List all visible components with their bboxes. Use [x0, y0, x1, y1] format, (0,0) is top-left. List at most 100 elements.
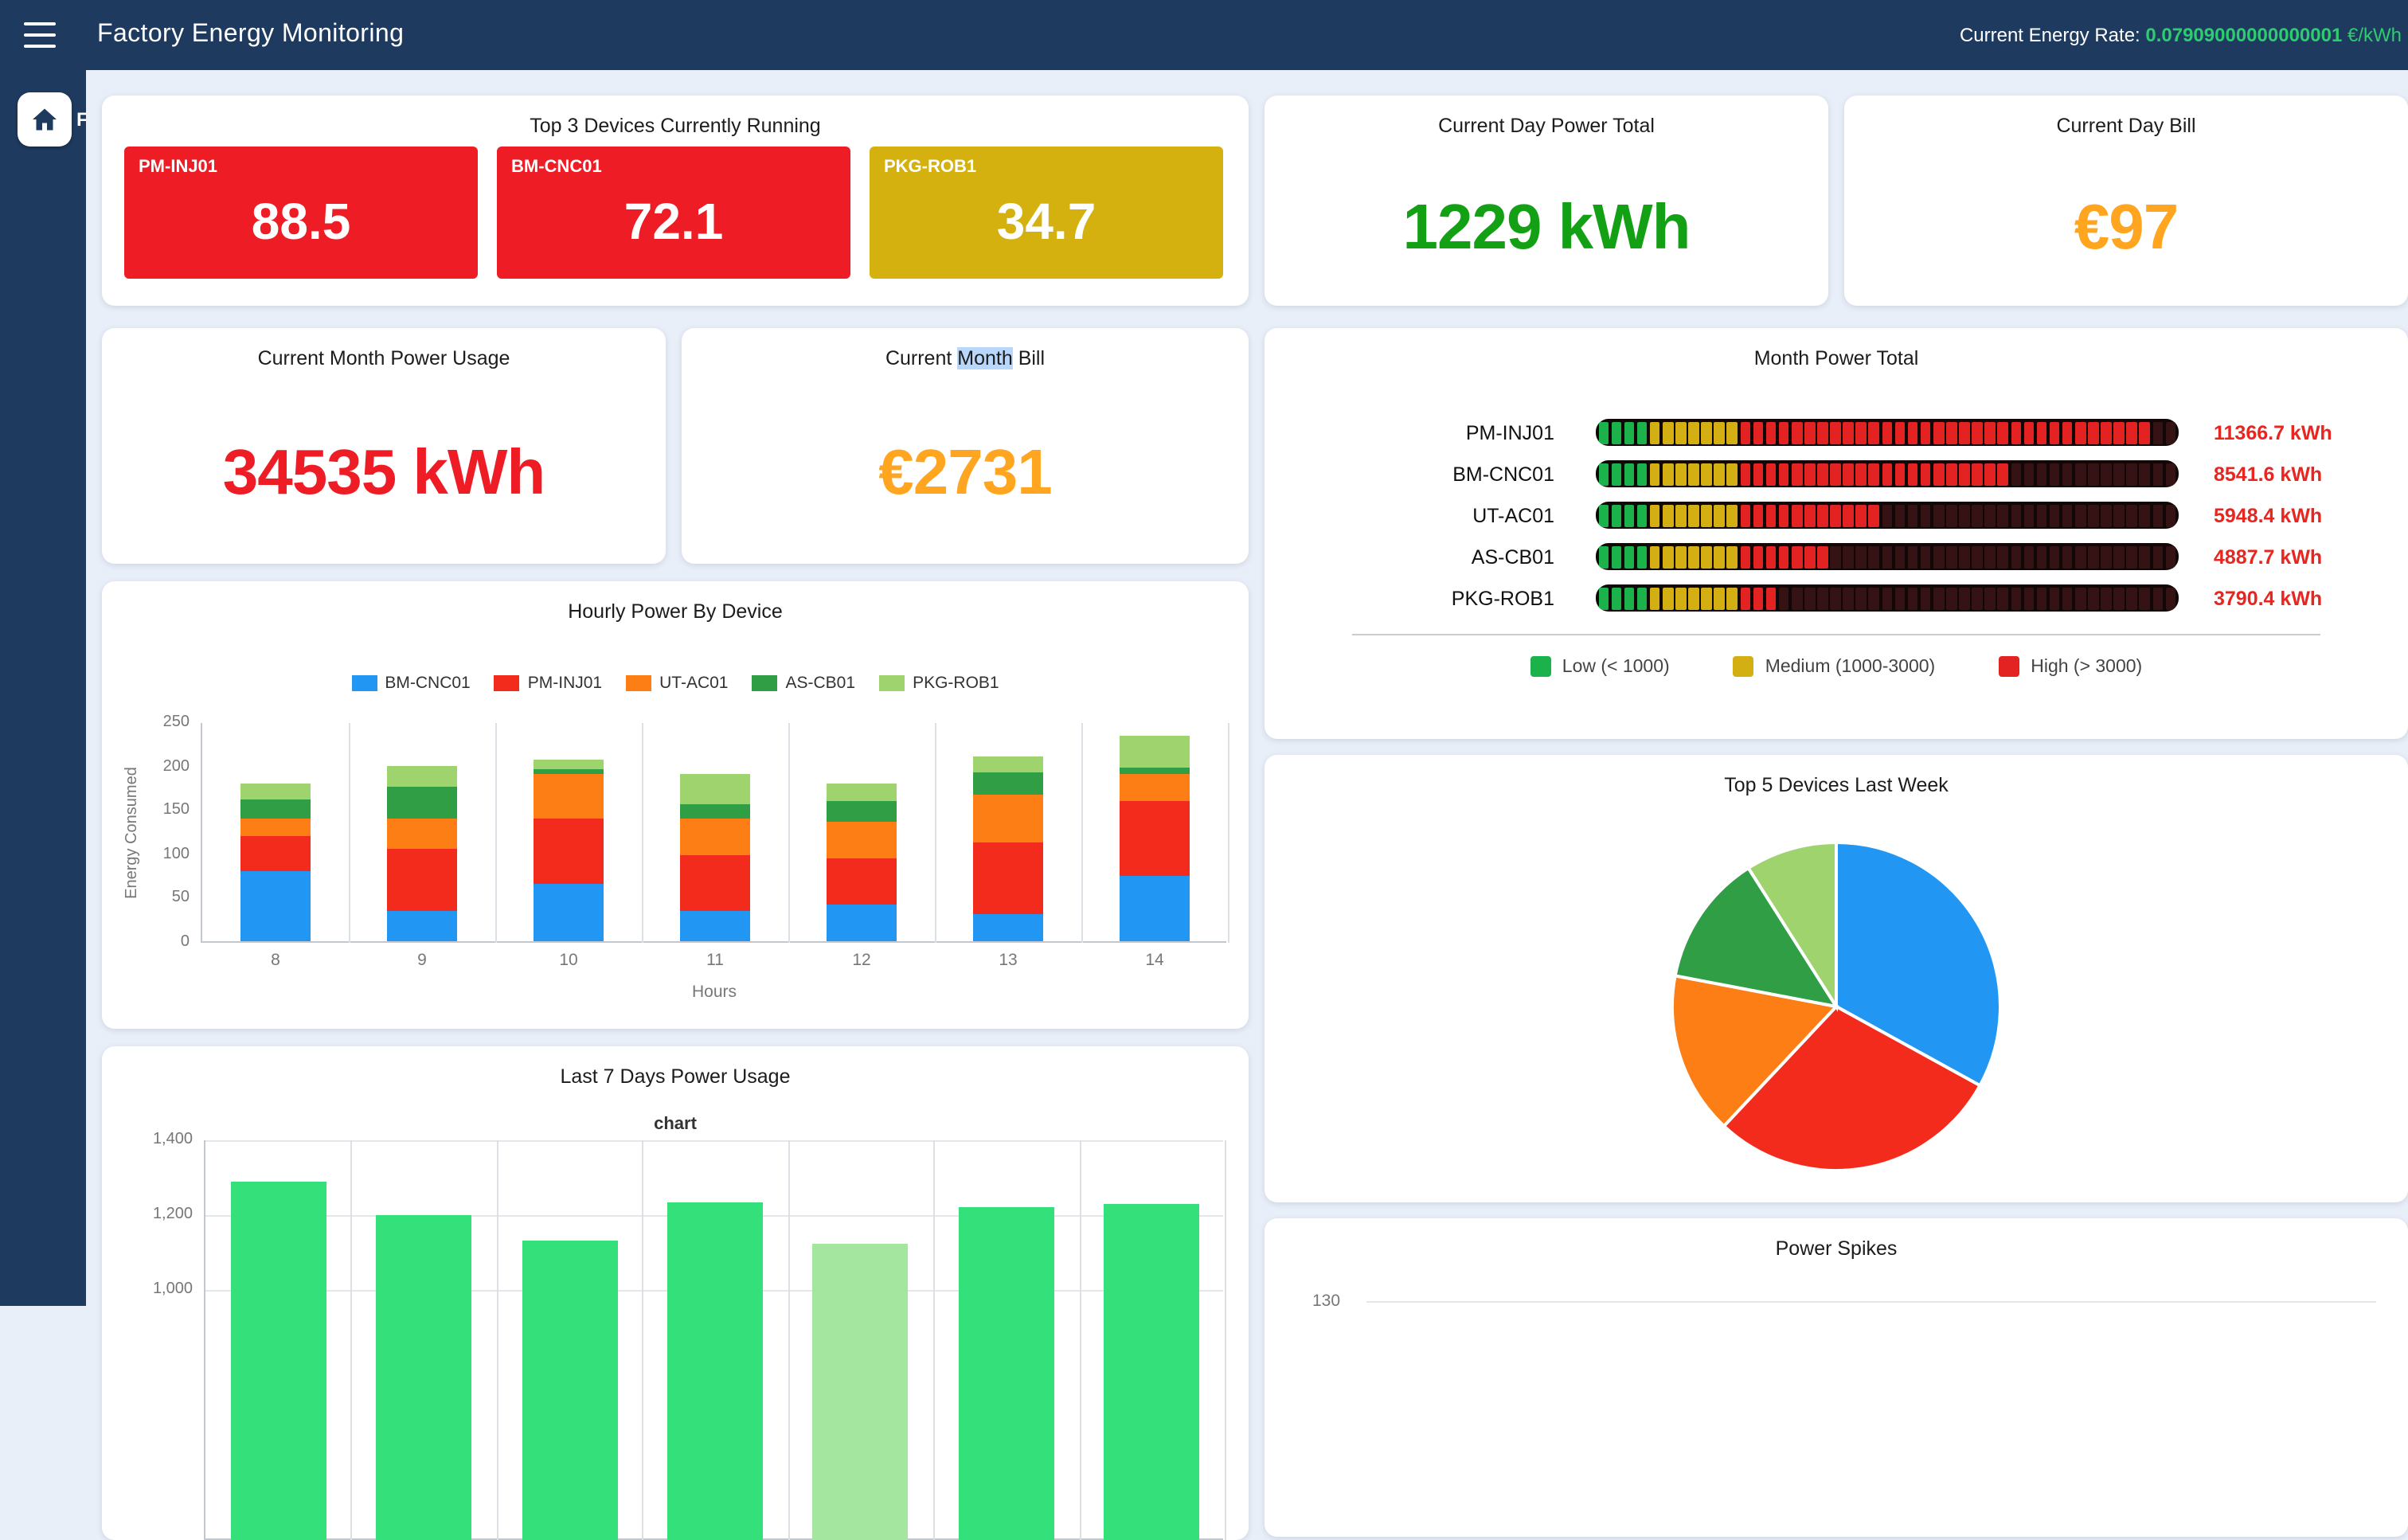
- stacked-bar-segment: [240, 818, 311, 835]
- energy-rate-value: 0.07909000000000001: [2145, 24, 2342, 46]
- led-segment: [1675, 587, 1686, 609]
- led-segment: [1804, 463, 1815, 485]
- stacked-bar-segment: [240, 799, 311, 818]
- led-segment: [1779, 463, 1789, 485]
- led-segment: [2088, 587, 2098, 609]
- led-segment: [2075, 587, 2086, 609]
- led-segment: [2050, 504, 2060, 526]
- stacked-bar-segment: [680, 818, 750, 854]
- week-chart-plot: 1,4001,2001,000: [204, 1140, 1223, 1540]
- device-label: PM-INJ01: [1265, 421, 1596, 444]
- led-segment: [1779, 421, 1789, 444]
- stacked-bar-segment: [534, 818, 604, 884]
- led-segment: [1908, 587, 1918, 609]
- x-tick-label: 9: [349, 951, 495, 970]
- legend-swatch: [351, 675, 377, 691]
- led-segment: [2075, 463, 2086, 485]
- stacked-bar-segment: [680, 805, 750, 819]
- led-segment: [1959, 421, 1969, 444]
- month-total-row: BM-CNC018541.6 kWh: [1265, 460, 2408, 487]
- bar: [522, 1241, 617, 1540]
- chart-legend-item[interactable]: UT-AC01: [626, 674, 728, 693]
- stacked-bar-segment: [387, 765, 457, 788]
- home-icon: [30, 105, 59, 134]
- sidebar-clipped-label: F: [76, 108, 86, 131]
- led-segment: [1817, 463, 1828, 485]
- led-segment: [1882, 463, 1892, 485]
- chart-legend-item[interactable]: BM-CNC01: [351, 674, 470, 693]
- device-total-value: 4887.7 kWh: [2214, 545, 2322, 568]
- chart-legend-item[interactable]: PKG-ROB1: [879, 674, 999, 693]
- gridline: [788, 723, 790, 943]
- led-segment: [1946, 504, 1956, 526]
- y-axis-title: Energy Consumed: [123, 766, 141, 898]
- stacked-bar-segment: [827, 783, 897, 800]
- led-segment: [1675, 545, 1686, 568]
- stacked-bar-segment: [680, 910, 750, 941]
- led-segment: [1688, 504, 1698, 526]
- led-segment: [2050, 421, 2060, 444]
- led-segment: [1637, 545, 1648, 568]
- stacked-bar-segment: [680, 774, 750, 805]
- led-segment: [2101, 545, 2111, 568]
- led-segment: [1765, 504, 1776, 526]
- led-segment: [1598, 463, 1609, 485]
- top-bar: Factory Energy Monitoring Current Energy…: [0, 0, 2408, 70]
- led-segment: [2023, 421, 2034, 444]
- y-tick-label: 0: [126, 933, 190, 951]
- chart-legend-item[interactable]: AS-CB01: [752, 674, 856, 693]
- led-segment: [1869, 463, 1879, 485]
- led-segment: [1843, 587, 1854, 609]
- device-value: 88.5: [124, 177, 478, 279]
- legend-label: PKG-ROB1: [913, 674, 999, 693]
- led-segment: [1765, 421, 1776, 444]
- y-tick-label: 1,200: [123, 1206, 193, 1223]
- led-segment: [1753, 545, 1763, 568]
- chart-subtitle: chart: [102, 1115, 1249, 1134]
- led-segment: [2165, 587, 2175, 609]
- led-segment: [2127, 587, 2137, 609]
- home-button[interactable]: [18, 92, 72, 147]
- led-segment: [1650, 463, 1660, 485]
- led-segment: [1894, 421, 1905, 444]
- led-segment: [2140, 504, 2150, 526]
- bar: [1104, 1204, 1200, 1540]
- led-segment: [2101, 463, 2111, 485]
- led-segment: [1817, 421, 1828, 444]
- led-segment: [1688, 545, 1698, 568]
- gridline: [643, 1140, 644, 1540]
- led-segment: [2062, 463, 2073, 485]
- led-segment: [2101, 504, 2111, 526]
- led-segment: [1959, 463, 1969, 485]
- menu-icon[interactable]: [24, 22, 56, 48]
- led-segment: [1908, 421, 1918, 444]
- month-total-row: UT-AC015948.4 kWh: [1265, 502, 2408, 529]
- led-segment: [1856, 504, 1867, 526]
- divider: [1352, 634, 2320, 635]
- card-title: Top 5 Devices Last Week: [1265, 755, 2408, 796]
- led-segment: [2101, 587, 2111, 609]
- led-segment: [2165, 463, 2175, 485]
- led-segment: [1972, 587, 1982, 609]
- device-total-value: 11366.7 kWh: [2214, 421, 2332, 444]
- led-segment: [1714, 587, 1725, 609]
- stacked-bar-segment: [1120, 737, 1190, 768]
- device-tile: PM-INJ01 88.5: [124, 147, 478, 279]
- month-total-row: PM-INJ01 11366.7 kWh: [1265, 419, 2408, 446]
- led-segment: [1869, 545, 1879, 568]
- led-segment: [1650, 504, 1660, 526]
- stacked-bar-segment: [534, 884, 604, 941]
- stacked-bar-segment: [827, 858, 897, 905]
- led-segment: [1804, 545, 1815, 568]
- led-segment: [1817, 587, 1828, 609]
- chart-legend-item[interactable]: PM-INJ01: [494, 674, 602, 693]
- pie-chart: [1265, 838, 2408, 1175]
- led-segment: [1843, 504, 1854, 526]
- stacked-bar-segment: [973, 772, 1043, 795]
- card-title: Current Month Bill: [682, 328, 1249, 369]
- card-top5-last-week: Top 5 Devices Last Week: [1265, 755, 2408, 1202]
- stacked-bar-segment: [973, 915, 1043, 941]
- device-tiles: PM-INJ01 88.5 BM-CNC01 72.1 PKG-ROB1 34.…: [124, 147, 1223, 279]
- stacked-bar-segment: [240, 836, 311, 871]
- led-segment: [2114, 421, 2125, 444]
